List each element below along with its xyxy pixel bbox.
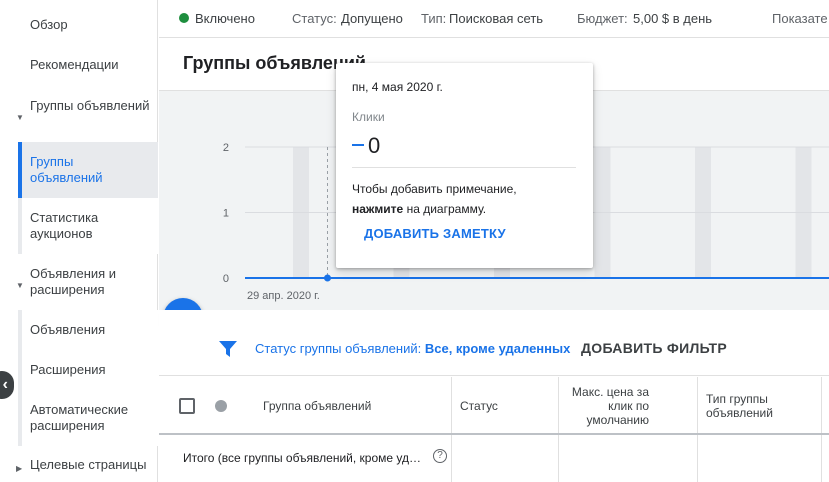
- sidebar-item-label: Целевые страницы: [30, 457, 147, 472]
- y-tick-label: 0: [223, 273, 229, 285]
- column-header-max-cpc[interactable]: Макс. цена за клик по умолчанию: [563, 385, 649, 427]
- column-header-status[interactable]: Статус: [460, 399, 498, 413]
- column-header-ad-group[interactable]: Группа объявлений: [263, 399, 371, 413]
- type-label: Тип:: [421, 11, 447, 26]
- filter-value: Все, кроме удаленных: [424, 341, 571, 356]
- column-header-ad-group-type[interactable]: Тип группы объявлений: [706, 392, 806, 420]
- sidebar-item-label: Объявления: [30, 322, 106, 337]
- column-divider: [821, 377, 822, 433]
- collapse-sidebar-button[interactable]: ‹: [0, 371, 14, 399]
- column-divider: [821, 435, 822, 482]
- filter-label: Статус группы объявлений:: [255, 341, 422, 356]
- sidebar-item-label: Обзор: [30, 17, 68, 32]
- note-prefix: Чтобы добавить примечание,: [352, 182, 517, 196]
- campaign-status-bar: Включено Статус: Допущено Тип: Поисковая…: [159, 0, 829, 38]
- tooltip-metric: Клики: [352, 110, 385, 124]
- caret-down-icon: ▼: [16, 113, 24, 122]
- filter-bar: Статус группы объявлений: Все, кроме уда…: [159, 310, 829, 376]
- column-divider: [558, 435, 559, 482]
- total-row-label: Итого (все группы объявлений, кроме уд…: [183, 451, 421, 465]
- sidebar-item-ad-groups[interactable]: Группы объявлений: [18, 142, 158, 198]
- note-bold: нажмите: [352, 202, 404, 216]
- sidebar-item-label: Группы объявлений: [30, 98, 150, 113]
- status-label: Статус:: [292, 11, 337, 26]
- status-enabled-dot-icon: [179, 13, 189, 23]
- table-header: Группа объявлений Статус Макс. цена за к…: [159, 377, 829, 435]
- note-suffix: на диаграмму.: [406, 202, 487, 216]
- tooltip-note: Чтобы добавить примечание, нажмите на ди…: [352, 179, 582, 219]
- data-point-highlight: [324, 274, 331, 282]
- sidebar-item-auction-insights[interactable]: Статистика аукционов: [18, 198, 158, 254]
- add-note-button[interactable]: ДОБАВИТЬ ЗАМЕТКУ: [364, 226, 506, 241]
- tooltip-date: пн, 4 мая 2020 г.: [352, 80, 443, 94]
- sidebar-item-ad-groups-section[interactable]: ▼ Группы объявлений: [0, 98, 158, 132]
- status-column-dot-icon: [215, 400, 227, 412]
- sidebar-item-recommendations[interactable]: Рекомендации: [0, 57, 158, 77]
- column-divider: [451, 435, 452, 482]
- tooltip-value: 0: [368, 133, 381, 158]
- divider: [352, 167, 576, 168]
- sidebar-item-label: Автоматические расширения: [30, 402, 129, 433]
- column-divider: [558, 377, 559, 433]
- sidebar-item-label: Статистика аукционов: [30, 210, 99, 241]
- sidebar-nav: Обзор Рекомендации ▼ Группы объявлений Г…: [0, 0, 158, 482]
- x-tick-label: 29 апр. 2020 г.: [247, 290, 320, 302]
- sidebar-item-overview[interactable]: Обзор: [0, 17, 158, 37]
- budget-label: Бюджет:: [577, 11, 628, 26]
- sidebar-item-extensions[interactable]: Расширения: [18, 350, 158, 390]
- select-all-checkbox[interactable]: [179, 398, 195, 414]
- campaign-state[interactable]: Включено: [195, 11, 255, 26]
- help-icon[interactable]: ?: [433, 449, 447, 463]
- sidebar-item-label: Рекомендации: [30, 57, 119, 72]
- sidebar-item-label: Объявления и расширения: [30, 266, 117, 297]
- budget-value[interactable]: 5,00 $ в день: [633, 11, 712, 26]
- active-filter-chip[interactable]: Статус группы объявлений: Все, кроме уда…: [255, 341, 570, 356]
- caret-right-icon: ▶: [16, 464, 23, 473]
- sidebar-item-ads-extensions-section[interactable]: ▼ Объявления и расширения: [0, 266, 158, 300]
- y-tick-label: 2: [223, 142, 229, 154]
- table-row-total: Итого (все группы объявлений, кроме уд… …: [159, 435, 829, 482]
- sidebar-item-auto-extensions[interactable]: Автоматические расширения: [18, 390, 158, 446]
- chart-tooltip: пн, 4 мая 2020 г. Клики 0 Чтобы добавить…: [336, 63, 593, 268]
- column-divider: [451, 377, 452, 433]
- column-divider: [697, 377, 698, 433]
- chevron-left-icon: ‹: [2, 376, 8, 393]
- sidebar-item-label: Группы объявлений: [30, 154, 103, 185]
- sidebar-item-label: Расширения: [30, 362, 106, 377]
- filter-icon[interactable]: [219, 341, 237, 357]
- add-filter-button[interactable]: ДОБАВИТЬ ФИЛЬТР: [581, 340, 727, 356]
- sidebar-item-ads[interactable]: Объявления: [18, 310, 158, 350]
- caret-down-icon: ▼: [16, 281, 24, 290]
- more-metrics-label[interactable]: Показате: [772, 11, 828, 26]
- series-swatch: [352, 144, 364, 146]
- y-tick-label: 1: [223, 208, 229, 220]
- column-divider: [697, 435, 698, 482]
- sidebar-item-landing-pages-section[interactable]: ▶ Целевые страницы: [0, 457, 158, 482]
- status-value: Допущено: [341, 11, 403, 26]
- type-value: Поисковая сеть: [449, 11, 544, 26]
